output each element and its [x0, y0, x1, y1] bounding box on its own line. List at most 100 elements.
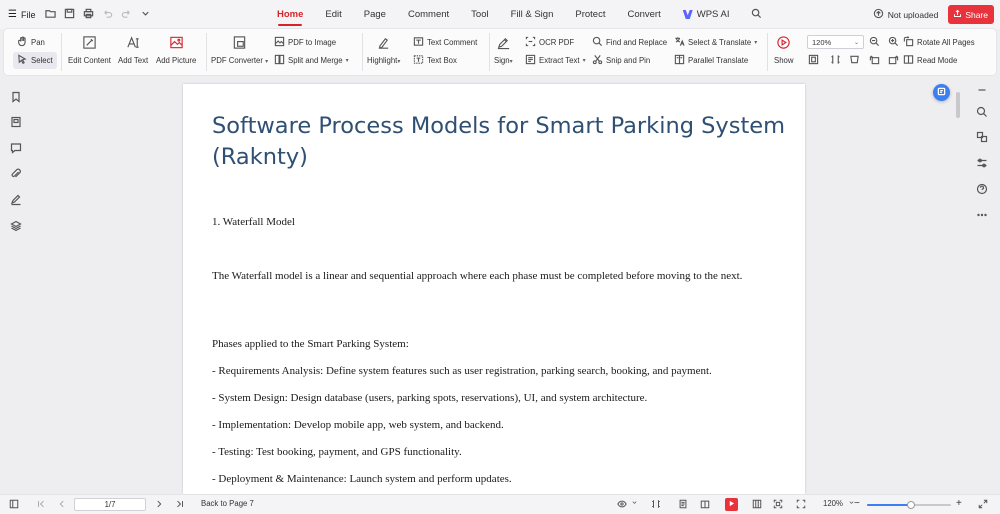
tab-wps-ai[interactable]: WPS AI [672, 0, 741, 29]
fullscreen-icon[interactable] [796, 499, 806, 509]
single-page-icon[interactable] [678, 499, 688, 509]
rotate-right-icon [888, 54, 899, 67]
upload-status[interactable]: Not uploaded [873, 8, 938, 21]
snip-pin-button[interactable]: Snip and Pin [592, 54, 650, 67]
zoom-in-button[interactable] [888, 36, 899, 49]
select-translate-button[interactable]: Select & Translate ▾ [674, 36, 757, 49]
sidebar-toggle-icon[interactable] [9, 499, 19, 509]
comment-icon[interactable] [10, 142, 22, 154]
rotate-all-pages-button[interactable]: Rotate All Pages [903, 36, 975, 49]
zoom-in-plus-icon[interactable]: + [956, 498, 962, 509]
search-tab-button[interactable] [740, 0, 773, 29]
print-icon[interactable] [83, 8, 94, 21]
fit-width-button[interactable] [830, 54, 841, 67]
help-icon[interactable] [976, 183, 988, 195]
settings-sliders-icon[interactable] [976, 157, 988, 169]
pdf-converter-label: PDF Converter ▾ [211, 56, 269, 65]
minus-icon[interactable] [976, 84, 988, 96]
tab-page[interactable]: Page [353, 0, 397, 29]
tab-convert[interactable]: Convert [616, 0, 671, 29]
zoom-slider[interactable] [867, 501, 951, 509]
layers-icon[interactable] [10, 220, 22, 232]
sign-button[interactable]: Sign▾ [494, 35, 513, 65]
page-number-input[interactable]: 1/7 [74, 498, 146, 511]
undo-icon[interactable] [102, 8, 113, 21]
add-picture-button[interactable]: Add Picture [156, 35, 196, 65]
ocr-pdf-label: OCR PDF [539, 38, 575, 47]
rotate-right-button[interactable] [888, 54, 899, 67]
zoom-out-minus-icon[interactable]: − [854, 498, 860, 509]
pdf-to-image-button[interactable]: PDF to Image [274, 36, 336, 49]
thumbnail-icon[interactable] [10, 116, 22, 128]
redo-icon[interactable] [121, 8, 132, 21]
signature-icon[interactable] [10, 194, 22, 206]
more-options-icon[interactable] [976, 209, 988, 221]
ribbon-separator [206, 33, 207, 71]
ocr-pdf-button[interactable]: OCR PDF [525, 36, 574, 49]
wps-ai-icon [682, 10, 693, 19]
add-text-button[interactable]: Add Text [118, 35, 148, 65]
fit-width-icon[interactable] [651, 499, 661, 509]
show-button[interactable]: Show [774, 35, 794, 65]
grid-view-icon[interactable] [752, 499, 762, 509]
two-page-icon[interactable] [700, 499, 710, 509]
chevron-down-icon[interactable] [140, 8, 151, 21]
cursor-icon [17, 54, 28, 67]
highlight-label: Highlight▾ [367, 56, 401, 65]
first-page-icon[interactable] [36, 499, 46, 509]
vertical-scrollbar[interactable] [955, 84, 961, 494]
highlight-button[interactable]: Highlight▾ [367, 35, 400, 65]
rotate-left-button[interactable] [869, 54, 880, 67]
scrollbar-thumb[interactable] [956, 92, 960, 118]
ai-assistant-button[interactable] [933, 84, 950, 101]
pen-sign-icon [496, 35, 511, 52]
tab-wps-ai-label: WPS AI [696, 9, 730, 20]
share-button[interactable]: Share [948, 5, 994, 24]
tab-tool[interactable]: Tool [460, 0, 499, 29]
open-folder-icon[interactable] [45, 8, 57, 21]
split-merge-button[interactable]: Split and Merge ▾ [274, 54, 349, 67]
expand-icon[interactable] [978, 499, 988, 509]
tab-fill-sign[interactable]: Fill & Sign [500, 0, 565, 29]
read-mode-button[interactable]: Read Mode [903, 54, 957, 67]
pan-button[interactable]: Pan [17, 36, 45, 49]
ribbon-toolbar: Pan Select Edit Content Add Text Add Pic… [4, 29, 996, 75]
select-label: Select [31, 56, 53, 65]
zoom-out-button[interactable] [869, 36, 880, 49]
tab-edit[interactable]: Edit [314, 0, 352, 29]
save-icon[interactable] [64, 8, 75, 21]
find-replace-button[interactable]: Find and Replace [592, 36, 667, 49]
edit-content-button[interactable]: Edit Content [68, 35, 111, 65]
search-icon[interactable] [976, 106, 988, 118]
fit-page-button[interactable] [849, 54, 860, 67]
pdf-converter-button[interactable]: PDF Converter ▾ [211, 35, 268, 65]
fit-screen-icon[interactable] [773, 499, 783, 509]
tab-home[interactable]: Home [266, 0, 314, 29]
select-button[interactable]: Select [13, 52, 57, 69]
tab-comment[interactable]: Comment [397, 0, 460, 29]
chevron-down-icon[interactable] [631, 499, 638, 506]
attachment-icon[interactable] [10, 168, 22, 180]
text-comment-button[interactable]: Text Comment [413, 36, 477, 49]
extract-text-button[interactable]: Extract Text ▾ [525, 54, 586, 67]
previous-page-icon[interactable] [57, 499, 67, 509]
phases-heading: Phases applied to the Smart Parking Syst… [212, 338, 409, 350]
translate-panel-icon[interactable] [976, 131, 988, 143]
single-page-view-button[interactable] [808, 54, 819, 67]
parallel-translate-button[interactable]: Parallel Translate [674, 54, 748, 67]
extract-text-label: Extract Text [539, 56, 580, 65]
extract-text-icon [525, 54, 536, 67]
zoom-select[interactable]: 120% ⌄ [807, 35, 864, 49]
eye-view-icon[interactable] [617, 499, 627, 509]
rotate-left-icon [869, 54, 880, 67]
split-merge-label: Split and Merge [288, 56, 343, 65]
tab-protect[interactable]: Protect [564, 0, 616, 29]
last-page-icon[interactable] [175, 499, 185, 509]
bookmark-icon[interactable] [10, 91, 22, 103]
back-to-page-link[interactable]: Back to Page 7 [201, 499, 254, 508]
text-box-button[interactable]: Text Box [413, 54, 457, 67]
next-page-icon[interactable] [154, 499, 164, 509]
zoom-slider-knob[interactable] [906, 501, 915, 509]
play-slideshow-button[interactable] [725, 498, 738, 511]
file-menu[interactable]: ☰ File [8, 9, 45, 20]
